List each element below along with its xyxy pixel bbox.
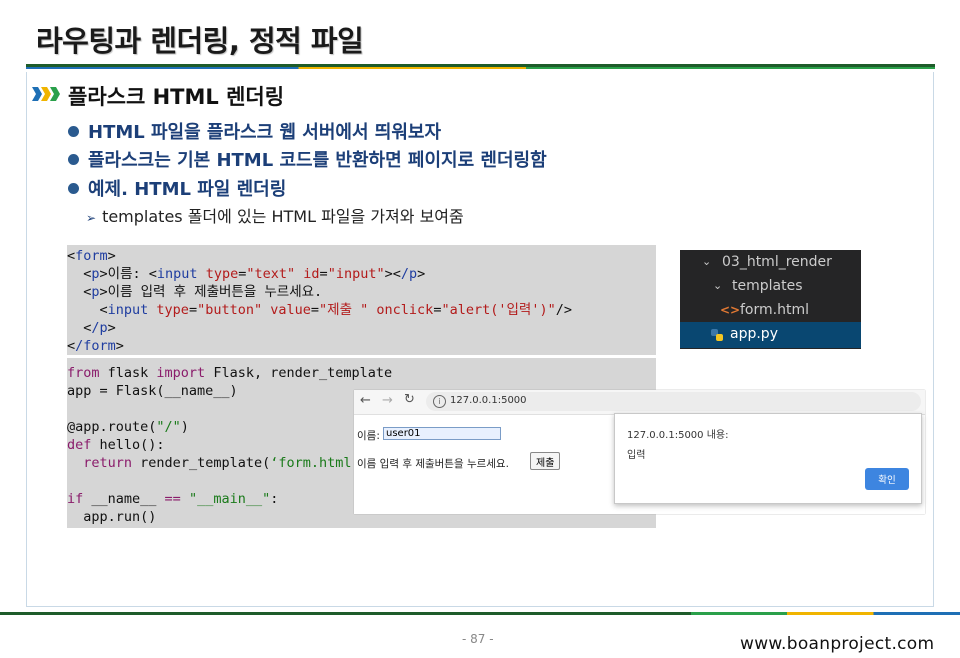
- bullet-dot: [68, 125, 79, 137]
- url-text: 127.0.0.1:5000: [450, 395, 527, 406]
- tree-label: app.py: [730, 326, 778, 342]
- code-token: def: [67, 437, 92, 453]
- sub-bullet: ➢ templates 폴더에 있는 HTML 파일을 가져와 보여줌: [86, 203, 464, 227]
- name-label: 이름:: [357, 430, 380, 442]
- tree-label: 03_html_render: [722, 254, 832, 270]
- code-token: type: [205, 266, 239, 282]
- bullet-item: 플라스크는 기본 HTML 코드를 반환하면 페이지로 렌더링함: [68, 146, 547, 172]
- code-token: if: [67, 491, 84, 507]
- code-token: app = Flask(__name__): [67, 383, 238, 399]
- code-token: hello():: [91, 437, 165, 453]
- sub-arrow-icon: ➢: [86, 211, 97, 225]
- code-line: </form>: [67, 338, 124, 354]
- code-token: app.run(): [83, 509, 157, 525]
- code-token: Flask, render_template: [205, 365, 393, 381]
- footer-url: www.boanproject.com: [740, 634, 935, 654]
- code-token: /p: [91, 320, 108, 336]
- code-line: </p>: [67, 320, 116, 336]
- file-explorer: ⌄ 03_html_render ⌄ templates <> form.htm…: [680, 250, 861, 349]
- code-token: input: [107, 302, 149, 318]
- code-token: ==: [164, 491, 181, 507]
- page-title: 라우팅과 렌더링, 정적 파일: [36, 24, 364, 58]
- code-line: <form>: [67, 248, 116, 264]
- code-token: "text": [246, 266, 296, 282]
- code-token: render_template(: [132, 455, 271, 471]
- chevron-down-icon: ⌄: [702, 255, 712, 268]
- forward-icon[interactable]: →: [382, 393, 393, 408]
- code-token: onclick: [376, 302, 434, 318]
- sub-bullet-text: templates 폴더에 있는 HTML 파일을 가져와 보여줌: [102, 207, 464, 226]
- bullet-item: 예제. HTML 파일 렌더링: [68, 175, 286, 201]
- code-line: app.run(): [67, 508, 156, 526]
- code-token: return: [83, 455, 133, 471]
- tree-label: templates: [732, 278, 803, 294]
- tree-label: form.html: [740, 302, 809, 318]
- code-token: ): [180, 419, 189, 435]
- code-token: p: [91, 266, 100, 282]
- code-line: def hello():: [67, 436, 165, 454]
- name-input[interactable]: [383, 427, 501, 440]
- code-token: "/": [156, 419, 181, 435]
- code-token: p: [91, 284, 100, 300]
- code-line: <p>이름: <input type="text" id="input"></p…: [67, 266, 426, 282]
- code-line: return render_template(‘form.html ’ ): [67, 454, 384, 472]
- instruction-text: 이름 입력 후 제출버튼을 누르세요.: [357, 458, 509, 470]
- code-line: <input type="button" value="제출 " onclick…: [67, 302, 572, 318]
- tree-folder-root[interactable]: ⌄ 03_html_render: [680, 250, 861, 274]
- code-line: app = Flask(__name__): [67, 382, 238, 400]
- code-token: id: [303, 266, 320, 282]
- page-number: - 87 -: [462, 632, 494, 646]
- bullet-text: 플라스크는 기본 HTML 코드를 반환하면 페이지로 렌더링함: [88, 150, 547, 171]
- bullet-text: 예제. HTML 파일 렌더링: [88, 179, 287, 200]
- reload-icon[interactable]: ↻: [404, 392, 415, 407]
- code-line: @app.route("/"): [67, 418, 189, 436]
- html-file-icon: <>: [720, 303, 741, 317]
- code-token: value: [270, 302, 311, 318]
- code-token: form: [75, 248, 108, 264]
- section-title: 플라스크 HTML 렌더링: [68, 85, 285, 109]
- footer-rule: [0, 612, 960, 615]
- code-token: "input": [327, 266, 385, 282]
- info-icon: i: [433, 395, 446, 408]
- code-token: "alert('입력')": [441, 302, 556, 318]
- tree-folder-templates[interactable]: ⌄ templates: [680, 274, 861, 298]
- alert-dialog: 127.0.0.1:5000 내용: 입력 확인: [614, 413, 922, 504]
- bullet-dot: [68, 182, 79, 194]
- code-token: :: [270, 491, 279, 507]
- alert-message: 입력: [627, 450, 646, 461]
- code-token: 이름 입력 후 제출버튼을 누르세요.: [107, 284, 323, 300]
- section-arrow-icon: [32, 87, 60, 101]
- tree-file-app[interactable]: app.py: [680, 322, 861, 348]
- code-line: from flask import Flask, render_template: [67, 364, 392, 382]
- alert-title: 127.0.0.1:5000 내용:: [627, 430, 729, 441]
- back-icon[interactable]: ←: [360, 393, 371, 408]
- code-token: __name__: [83, 491, 165, 507]
- submit-button[interactable]: 제출: [530, 452, 561, 470]
- browser-toolbar: ← → ↻ i 127.0.0.1:5000: [354, 390, 925, 415]
- bullet-text: HTML 파일을 플라스크 웹 서버에서 띄워보자: [88, 122, 442, 143]
- code-token: /form: [75, 338, 116, 354]
- ok-button[interactable]: 확인: [865, 468, 909, 490]
- code-token: "__main__": [180, 491, 271, 507]
- code-line: <p>이름 입력 후 제출버튼을 누르세요.: [67, 284, 323, 300]
- code-token: flask: [99, 365, 157, 381]
- code-token: /p: [400, 266, 418, 282]
- html-code-block: <form> <p>이름: <input type="text" id="inp…: [67, 245, 656, 355]
- address-bar[interactable]: i 127.0.0.1:5000: [426, 392, 921, 411]
- title-rule-color: [26, 67, 935, 69]
- code-token: "button": [197, 302, 263, 318]
- code-token: "제출 ": [319, 302, 369, 318]
- python-file-icon: [711, 329, 723, 341]
- tree-file-form[interactable]: <> form.html: [680, 298, 861, 322]
- bullet-item: HTML 파일을 플라스크 웹 서버에서 띄워보자: [68, 118, 441, 144]
- code-token: type: [156, 302, 189, 318]
- code-token: input: [156, 266, 198, 282]
- chevron-down-icon: ⌄: [713, 279, 723, 292]
- bullet-dot: [68, 153, 79, 165]
- code-token: from: [67, 365, 100, 381]
- code-token: 이름:: [107, 266, 149, 282]
- code-line: if __name__ == "__main__":: [67, 490, 278, 508]
- code-token: import: [156, 365, 206, 381]
- code-token: @app.route(: [67, 419, 157, 435]
